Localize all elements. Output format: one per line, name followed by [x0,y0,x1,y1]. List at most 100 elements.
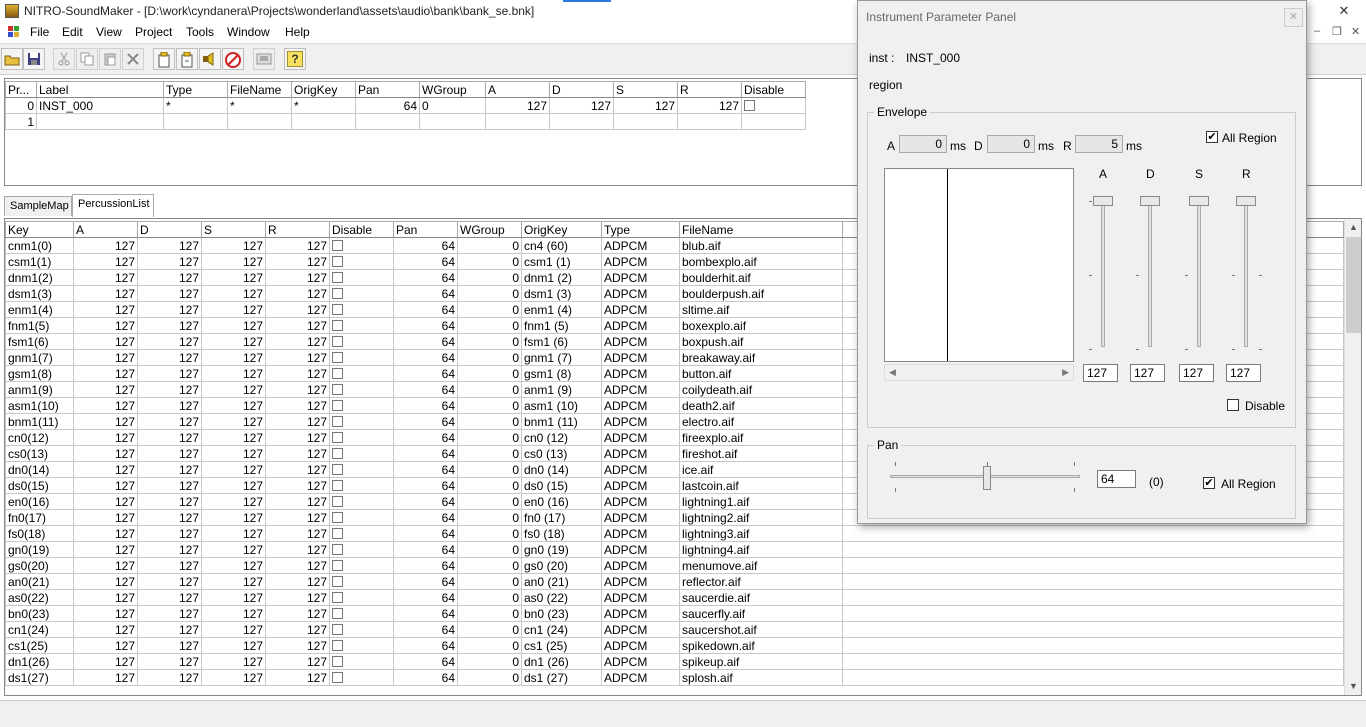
cell-filename[interactable]: lightning4.aif [679,541,843,558]
save-button[interactable] [23,48,45,70]
percussion-row[interactable]: dn1(26) 127 127 127 127 64 0 dn1 (26) ADPCM spike… [5,653,1344,670]
cell-origkey[interactable]: fnm1 (5) [521,317,602,334]
paste-button[interactable] [99,48,121,70]
cell-origkey[interactable]: cn1 (24) [521,621,602,638]
env-all-region-checkbox[interactable]: ✔ [1206,131,1218,143]
cell-pan[interactable]: 64 [393,493,458,510]
cell-a[interactable]: 127 [73,397,138,414]
cell-a[interactable]: 127 [73,589,138,606]
panel-close-button[interactable]: ✕ [1284,8,1303,27]
disable-checkbox[interactable] [332,543,343,555]
cell-wgroup[interactable]: 0 [457,589,522,606]
cell-type[interactable]: ADPCM [601,333,680,350]
cell-r[interactable]: 127 [265,365,330,382]
cell-key[interactable]: fs0(18) [5,525,74,542]
cell-type[interactable]: ADPCM [601,653,680,670]
cell-pan[interactable]: 64 [393,477,458,494]
column-header[interactable]: WGroup [457,221,522,238]
disable-checkbox[interactable] [332,591,343,603]
cell-filename[interactable]: saucerdie.aif [679,589,843,606]
cell-pan[interactable]: 64 [393,509,458,526]
cell-disable[interactable] [329,669,394,686]
cell-origkey[interactable]: cn4 (60) [521,237,602,254]
cell-pan[interactable]: 64 [393,525,458,542]
cell-a[interactable]: 127 [73,637,138,654]
cell-d[interactable]: 127 [137,557,202,574]
cell-wgroup[interactable]: 0 [457,349,522,366]
cell-a[interactable]: 127 [73,461,138,478]
cell-a[interactable]: 127 [73,301,138,318]
cell-disable[interactable] [329,397,394,414]
cell-d[interactable]: 127 [137,461,202,478]
device-button[interactable] [253,48,275,70]
cell-disable[interactable] [329,573,394,590]
menu-tools[interactable]: Tools [186,25,214,39]
cell-d[interactable]: 127 [137,253,202,270]
cell-key[interactable]: en0(16) [5,493,74,510]
cell-origkey[interactable]: gsm1 (8) [521,365,602,382]
cell-r[interactable]: 127 [265,621,330,638]
cell-s[interactable]: 127 [201,413,266,430]
cell-r[interactable]: 127 [265,381,330,398]
cell-origkey[interactable]: cs0 (13) [521,445,602,462]
cell-r[interactable]: 127 [265,317,330,334]
cell-wgroup[interactable]: 0 [457,621,522,638]
cell-key[interactable]: ds1(27) [5,669,74,686]
cell-type[interactable]: ADPCM [601,621,680,638]
cell-type[interactable]: ADPCM [601,429,680,446]
cell-disable[interactable] [329,317,394,334]
slider-d-value[interactable]: 127 [1130,364,1165,382]
cell-a[interactable]: 127 [73,541,138,558]
cell-filename[interactable]: reflector.aif [679,573,843,590]
cell-d[interactable]: 127 [137,509,202,526]
disable-checkbox[interactable] [332,623,343,635]
disable-checkbox[interactable] [332,559,343,571]
column-header[interactable]: A [73,221,138,238]
cell-key[interactable]: dn1(26) [5,653,74,670]
column-header[interactable]: WGroup [419,81,486,98]
cell-type[interactable]: ADPCM [601,589,680,606]
cell-filename[interactable]: fireexplo.aif [679,429,843,446]
cell-a[interactable]: 127 [73,253,138,270]
cell-wgroup[interactable] [419,113,486,130]
envelope-graph-scrollbar[interactable]: ◀ ▶ [884,364,1074,381]
disable-checkbox[interactable] [332,639,343,651]
cell-d[interactable]: 127 [137,493,202,510]
cell-wgroup[interactable]: 0 [457,269,522,286]
cell-a[interactable]: 127 [73,237,138,254]
slider-d-thumb[interactable] [1140,196,1160,206]
pan-value-field[interactable]: 64 [1097,470,1136,488]
cell-r[interactable]: 127 [265,541,330,558]
mdi-minimize-button[interactable]: – [1314,25,1320,37]
cell-d[interactable]: 127 [137,317,202,334]
cell-origkey[interactable]: fsm1 (6) [521,333,602,350]
cell-wgroup[interactable]: 0 [457,461,522,478]
cell-origkey[interactable]: * [291,97,356,114]
cell-filename[interactable]: menumove.aif [679,557,843,574]
cell-disable[interactable] [329,461,394,478]
cell-type[interactable]: ADPCM [601,269,680,286]
cell-origkey[interactable]: fn0 (17) [521,509,602,526]
column-header[interactable]: Label [36,81,164,98]
cell-s[interactable]: 127 [201,605,266,622]
disable-checkbox[interactable] [332,671,343,683]
disable-checkbox[interactable] [332,415,343,427]
column-header[interactable]: Disable [329,221,394,238]
cell-type[interactable]: ADPCM [601,669,680,686]
cell-s[interactable]: 127 [201,285,266,302]
cell-a[interactable]: 127 [73,621,138,638]
scroll-thumb[interactable] [1346,237,1361,333]
menu-window[interactable]: Window [227,25,270,39]
cell-type[interactable]: ADPCM [601,477,680,494]
cell-a[interactable]: 127 [73,285,138,302]
cell-d[interactable]: 127 [137,669,202,686]
cell-pan[interactable]: 64 [393,413,458,430]
percussion-row[interactable]: cn1(24) 127 127 127 127 64 0 cn1 (24) ADPCM sauce… [5,621,1344,638]
cell-s[interactable]: 127 [201,461,266,478]
cell-s[interactable]: 127 [201,589,266,606]
cell-s[interactable]: 127 [201,653,266,670]
disable-checkbox[interactable] [332,479,343,491]
slider-s-thumb[interactable] [1189,196,1209,206]
column-header[interactable]: A [485,81,550,98]
column-header[interactable]: S [201,221,266,238]
